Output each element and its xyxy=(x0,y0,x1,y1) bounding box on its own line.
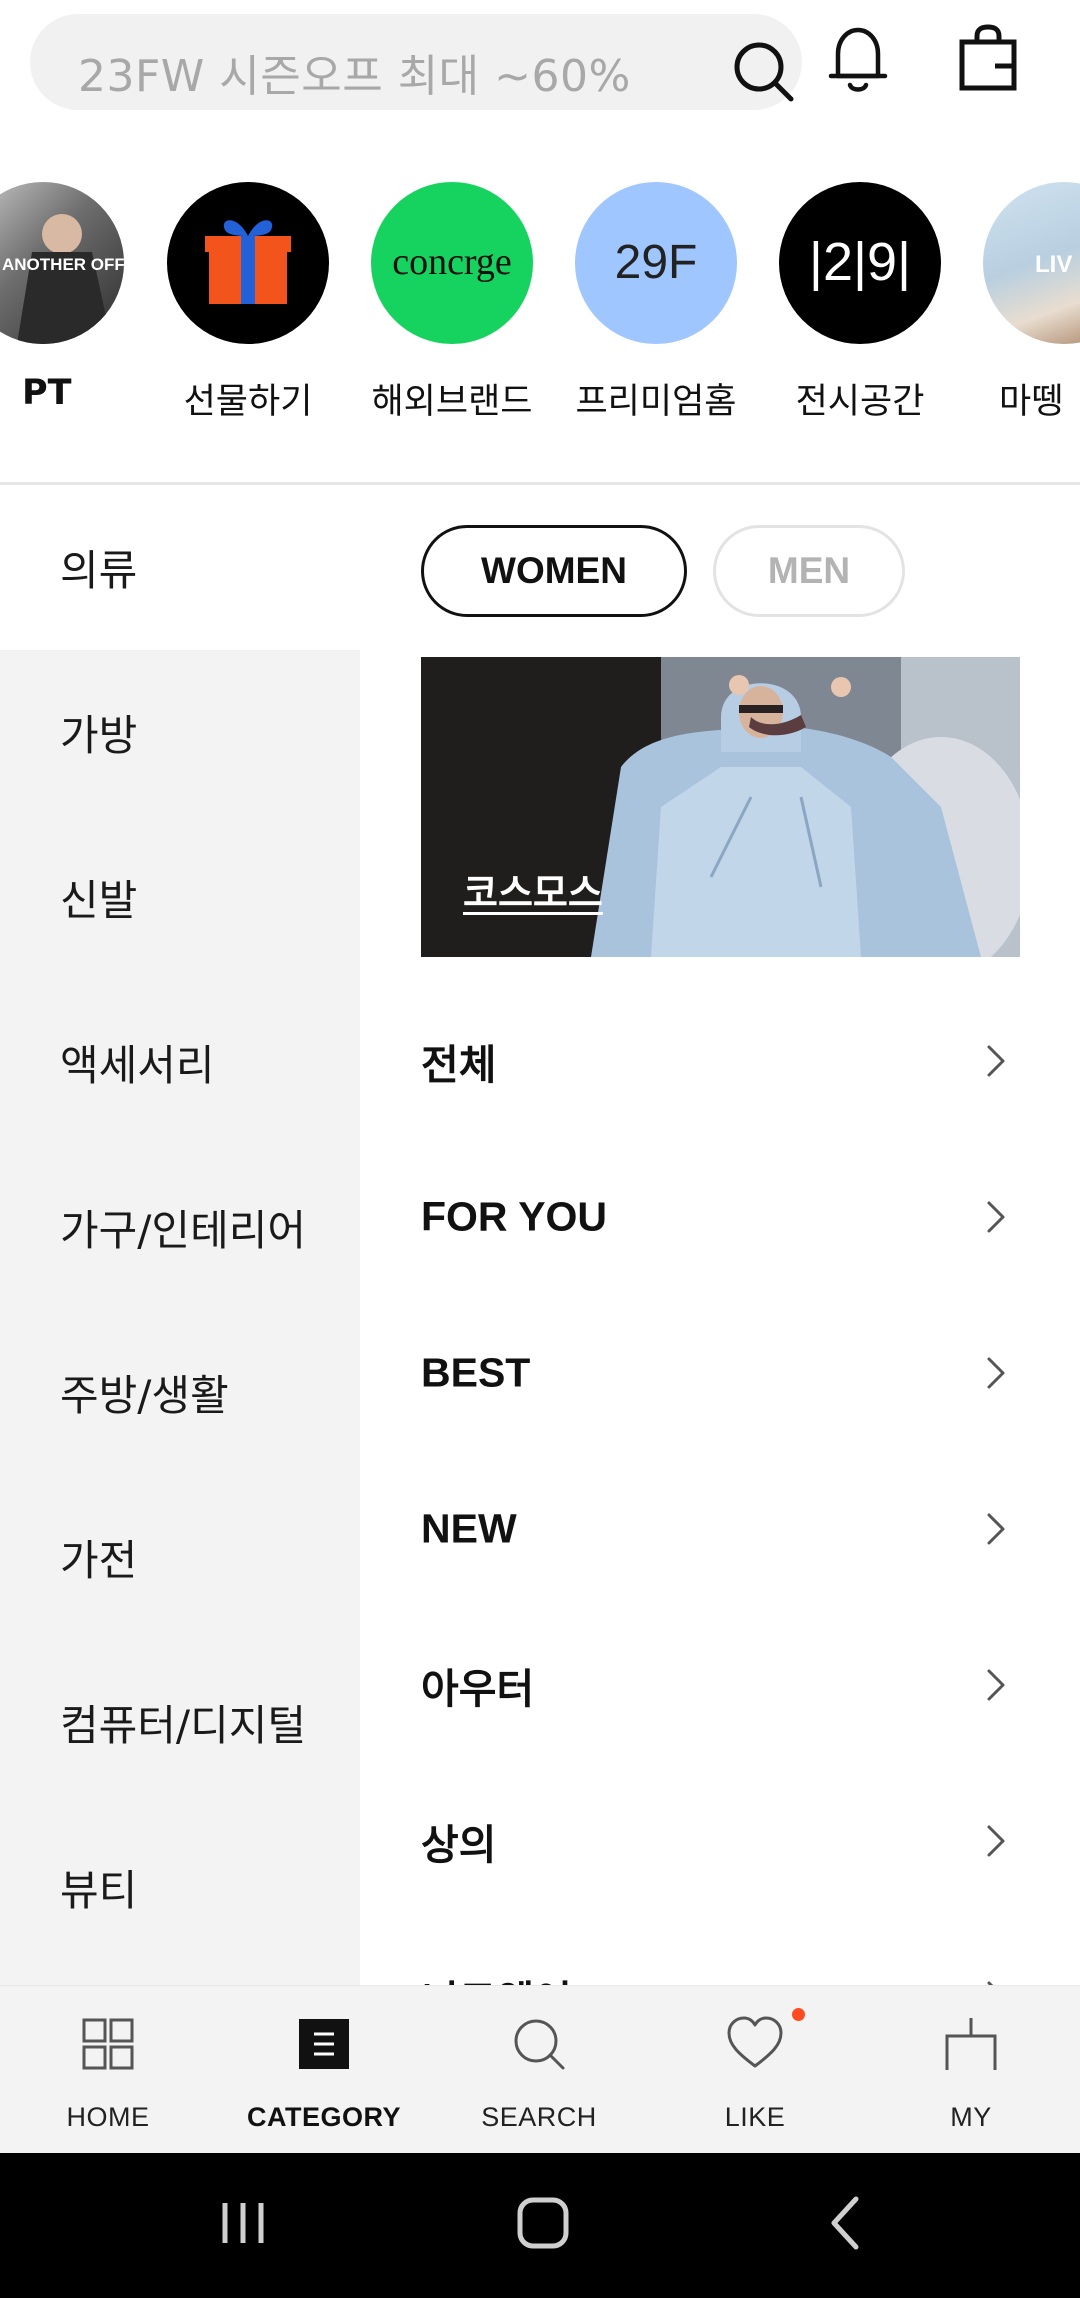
story-label: 선물하기 xyxy=(183,382,313,422)
banner-label: 코스모스 xyxy=(463,871,603,915)
recent-apps-icon[interactable] xyxy=(213,2193,273,2253)
category-list-icon xyxy=(299,2019,349,2069)
subcategory-label: 니트웨어 xyxy=(421,1967,572,1985)
subcategory-for-you[interactable]: FOR YOU xyxy=(421,1139,1021,1295)
subcategory-new[interactable]: NEW xyxy=(421,1451,1021,1607)
sidebar-item-label: 뷰티 xyxy=(60,1866,138,1915)
nav-label: CATEGORY xyxy=(246,2102,401,2132)
story-label: PT xyxy=(22,373,72,413)
story-exhibition[interactable]: |2|9| 전시공간 xyxy=(775,178,945,428)
system-navigation-bar xyxy=(0,2153,1080,2298)
category-sidebar: 의류 가방 신발 액세서리 가구/인테리어 주방/생활 가전 컴퓨터/디지털 뷰… xyxy=(0,485,360,1985)
sidebar-item-kitchen[interactable]: 주방/생활 xyxy=(0,1310,360,1475)
home-button-icon[interactable] xyxy=(513,2193,573,2253)
subcategory-label: 상의 xyxy=(421,1822,497,1868)
story-thumb-text: |2|9| xyxy=(809,232,911,292)
home-grid-icon xyxy=(82,2018,134,2070)
subcategory-label: FOR YOU xyxy=(421,1193,608,1240)
story-thumb-text: ANOTHER OFFICE. xyxy=(2,255,124,274)
bell-icon[interactable] xyxy=(825,22,891,96)
sidebar-item-label: 가구/인테리어 xyxy=(60,1206,306,1255)
gift-icon xyxy=(205,220,291,304)
nav-like[interactable]: LIKE xyxy=(655,1986,855,2154)
story-label: 마뗑 xyxy=(999,382,1064,422)
story-thumbnail: |2|9| xyxy=(779,182,941,344)
nav-category[interactable]: CATEGORY xyxy=(224,1986,424,2154)
tab-men[interactable]: MEN xyxy=(713,525,905,617)
chevron-right-icon xyxy=(987,1201,1005,1233)
story-thumb-text: concrge xyxy=(392,241,512,283)
story-thumb-text: 29F xyxy=(615,236,698,289)
search-icon[interactable] xyxy=(730,38,796,104)
sidebar-item-label: 신발 xyxy=(60,876,138,925)
sidebar-item-label: 가전 xyxy=(60,1536,138,1585)
story-label: 전시공간 xyxy=(795,382,925,422)
top-header: 23FW 시즌오프 최대 ~60% xyxy=(0,0,1080,124)
my-page-icon xyxy=(945,2018,997,2070)
like-badge-dot xyxy=(792,2008,805,2021)
sidebar-item-bags[interactable]: 가방 xyxy=(0,650,360,815)
subcategory-label: 전체 xyxy=(421,1042,497,1088)
story-thumb-text: LIV xyxy=(1035,251,1072,278)
sidebar-item-appliances[interactable]: 가전 xyxy=(0,1475,360,1640)
sidebar-item-beauty[interactable]: 뷰티 xyxy=(0,1805,360,1970)
story-pt[interactable]: ANOTHER OFFICE. PT xyxy=(0,178,128,428)
search-bar[interactable]: 23FW 시즌오프 최대 ~60% xyxy=(30,14,802,110)
chevron-right-icon xyxy=(987,1669,1005,1701)
promo-banner[interactable]: 코스모스 xyxy=(421,657,1020,957)
chevron-right-icon xyxy=(987,1045,1005,1077)
sidebar-item-furniture[interactable]: 가구/인테리어 xyxy=(0,1145,360,1310)
story-gift[interactable]: 선물하기 xyxy=(163,178,333,428)
story-overseas-brand[interactable]: concrge 해외브랜드 xyxy=(367,178,537,428)
tab-women[interactable]: WOMEN xyxy=(421,525,687,617)
sidebar-item-shoes[interactable]: 신발 xyxy=(0,815,360,980)
sidebar-item-label: 액세서리 xyxy=(60,1041,215,1090)
subcategory-label: BEST xyxy=(421,1349,531,1396)
story-thumbnail: 29F xyxy=(575,182,737,344)
story-thumbnail: LIV xyxy=(983,182,1080,344)
nav-label: MY xyxy=(950,2102,992,2132)
sidebar-item-digital[interactable]: 컴퓨터/디지털 xyxy=(0,1640,360,1805)
sidebar-item-label: 컴퓨터/디지털 xyxy=(60,1701,306,1750)
bottom-navigation: HOME CATEGORY SEARCH LIKE MY xyxy=(0,1985,1080,2153)
chevron-right-icon xyxy=(987,1357,1005,1389)
story-thumbnail: concrge xyxy=(371,182,533,344)
sidebar-item-accessories[interactable]: 액세서리 xyxy=(0,980,360,1145)
story-premium-home[interactable]: 29F 프리미엄홈 xyxy=(571,178,741,428)
subcategory-outer[interactable]: 아우터 xyxy=(421,1607,1021,1763)
chevron-right-icon xyxy=(987,1825,1005,1857)
sidebar-item-label: 가방 xyxy=(60,711,138,760)
subcategory-knitwear[interactable]: 니트웨어 xyxy=(421,1919,1021,1985)
chevron-right-icon xyxy=(987,1513,1005,1545)
subcategory-tops[interactable]: 상의 xyxy=(421,1763,1021,1919)
nav-my[interactable]: MY xyxy=(871,1986,1071,2154)
sidebar-item-label: 주방/생활 xyxy=(60,1371,229,1420)
brand-shortcut-row: ANOTHER OFFICE. PT 선물하기 concrge xyxy=(0,178,1080,428)
story-thumbnail: ANOTHER OFFICE. xyxy=(0,182,124,344)
search-placeholder: 23FW 시즌오프 최대 ~60% xyxy=(78,51,631,102)
nav-label: HOME xyxy=(66,2102,150,2132)
story-label: 해외브랜드 xyxy=(371,382,533,422)
story-thumbnail xyxy=(167,182,329,344)
subcategory-all[interactable]: 전체 xyxy=(421,983,1021,1139)
nav-search[interactable]: SEARCH xyxy=(439,1986,639,2154)
story-matin[interactable]: LIV 마뗑 xyxy=(979,178,1080,428)
category-page: 23FW 시즌오프 최대 ~60% ANOTHER OFFICE. xyxy=(0,0,1080,2298)
nav-home[interactable]: HOME xyxy=(8,1986,208,2154)
nav-label: LIKE xyxy=(724,2102,786,2132)
subcategory-label: 아우터 xyxy=(421,1666,535,1712)
shopping-bag-icon[interactable] xyxy=(955,24,1021,94)
subcategory-best[interactable]: BEST xyxy=(421,1295,1021,1451)
chevron-right-icon xyxy=(987,1981,994,1985)
subcategory-label: NEW xyxy=(421,1505,517,1552)
sidebar-item-clothing[interactable]: 의류 xyxy=(0,485,360,650)
search-icon xyxy=(514,2019,565,2070)
story-label: 프리미엄홈 xyxy=(575,382,737,422)
sidebar-item-label: 의류 xyxy=(60,546,138,595)
nav-label: SEARCH xyxy=(481,2102,597,2132)
heart-icon xyxy=(727,2016,783,2068)
back-icon[interactable] xyxy=(818,2193,878,2253)
